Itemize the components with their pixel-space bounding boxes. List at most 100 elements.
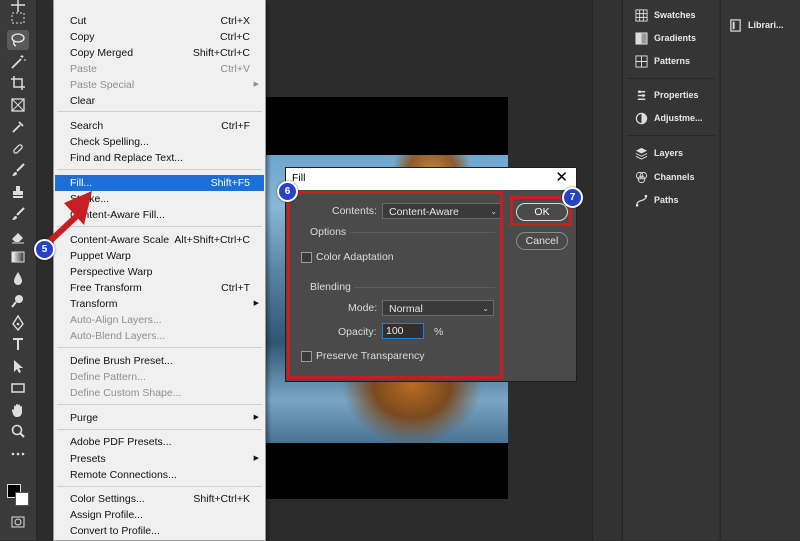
menu-separator: [57, 486, 262, 487]
eraser-tool-icon[interactable]: [7, 226, 29, 246]
menu-item-copy[interactable]: Copy Ctrl+C: [55, 29, 264, 45]
panel-paths[interactable]: Paths: [635, 191, 679, 209]
eyedropper-tool-icon[interactable]: [7, 117, 29, 137]
menu-item-purge[interactable]: Purge ▶: [55, 410, 264, 426]
menu-item-copy-merged[interactable]: Copy Merged Shift+Ctrl+C: [55, 45, 264, 61]
panel-swatches[interactable]: Swatches: [635, 6, 696, 24]
panel-divider: [627, 78, 715, 79]
clone-stamp-tool-icon[interactable]: [7, 182, 29, 202]
menu-item-transform[interactable]: Transform ▶: [55, 296, 264, 312]
cancel-button[interactable]: Cancel: [516, 232, 568, 250]
menu-item-label: Remote Connections...: [70, 469, 177, 481]
menu-item-free-transform[interactable]: Free Transform Ctrl+T: [55, 280, 264, 296]
panel-gradients[interactable]: Gradients: [635, 29, 696, 47]
close-icon[interactable]: ✕: [555, 169, 568, 187]
step-badge-5: 5: [34, 239, 55, 260]
panel-label: Gradients: [654, 33, 697, 43]
menu-item-label: Find and Replace Text...: [70, 152, 184, 164]
magic-wand-tool-icon[interactable]: [7, 52, 29, 72]
menu-item-label: Perspective Warp: [70, 266, 153, 278]
menu-item-shortcut: Ctrl+X: [220, 15, 250, 27]
panel-libraries[interactable]: Librari...: [729, 16, 784, 34]
menu-item-check-spelling[interactable]: Check Spelling...: [55, 134, 264, 150]
menu-item-shortcut: Shift+Ctrl+K: [193, 493, 250, 505]
menu-item-shortcut: Ctrl+V: [220, 63, 250, 75]
menu-item-shortcut: Alt+Shift+Ctrl+C: [174, 234, 250, 246]
background-color-swatch[interactable]: [15, 492, 29, 506]
type-tool-icon[interactable]: [7, 334, 29, 354]
panel-column-2: Librari...: [720, 0, 800, 540]
brush-tool-icon[interactable]: [7, 160, 29, 180]
menu-item-label: Auto-Blend Layers...: [70, 330, 166, 342]
submenu-arrow-icon: ▶: [253, 81, 259, 88]
menu-item-perspective-warp[interactable]: Perspective Warp: [55, 264, 264, 280]
panel-label: Paths: [654, 195, 679, 205]
menu-item-assign-profile[interactable]: Assign Profile...: [55, 507, 264, 523]
dialog-title-bar[interactable]: Fill ✕: [286, 168, 576, 190]
submenu-arrow-icon: ▶: [253, 455, 259, 462]
frame-tool-icon[interactable]: [7, 95, 29, 115]
layers-icon: [635, 147, 648, 160]
menu-item-label: Define Pattern...: [70, 371, 146, 383]
patterns-icon: [635, 54, 648, 68]
panel-layers[interactable]: Layers: [635, 144, 683, 162]
zoom-tool-icon[interactable]: [7, 421, 29, 441]
menu-item-remote-connections[interactable]: Remote Connections...: [55, 467, 264, 483]
channels-icon: [635, 171, 648, 183]
menu-item-define-custom-shape: Define Custom Shape...: [55, 385, 264, 401]
submenu-arrow-icon: ▶: [253, 414, 259, 421]
tools-panel: [0, 0, 37, 540]
properties-icon: [637, 89, 646, 100]
hand-tool-icon[interactable]: [7, 400, 29, 420]
more-tools-icon[interactable]: [7, 444, 29, 464]
menu-item-cut[interactable]: Cut Ctrl+X: [55, 13, 264, 29]
menu-separator: [57, 429, 262, 430]
menu-item-clear[interactable]: Clear: [55, 93, 264, 109]
quick-mask-icon[interactable]: [7, 512, 29, 532]
blur-tool-icon[interactable]: [7, 269, 29, 289]
panel-patterns[interactable]: Patterns: [635, 52, 690, 70]
menu-item-label: Cut: [70, 15, 87, 27]
menu-item-search[interactable]: Search Ctrl+F: [55, 118, 264, 134]
lasso-tool-icon[interactable]: [7, 30, 29, 50]
menu-item-adobe-pdf-presets[interactable]: Adobe PDF Presets...: [55, 434, 264, 450]
menu-item-shortcut: Ctrl+T: [221, 282, 250, 294]
menu-item-define-brush-preset[interactable]: Define Brush Preset...: [55, 353, 264, 369]
libraries-icon: [730, 18, 741, 32]
submenu-arrow-icon: ▶: [253, 300, 259, 307]
menu-item-convert-to-profile[interactable]: Convert to Profile...: [55, 523, 264, 539]
panel-adjustments[interactable]: Adjustme...: [635, 109, 703, 127]
step-badge-7: 7: [562, 187, 583, 208]
panel-label: Adjustme...: [654, 113, 703, 123]
menu-item-paste-special: Paste Special ▶: [55, 77, 264, 93]
menu-item-presets[interactable]: Presets ▶: [55, 451, 264, 467]
panel-properties[interactable]: Properties: [635, 86, 699, 104]
history-brush-tool-icon[interactable]: [7, 204, 29, 224]
marquee-tool-icon[interactable]: [7, 8, 29, 28]
step-badge-6: 6: [277, 181, 298, 202]
healing-brush-tool-icon[interactable]: [7, 139, 29, 159]
menu-item-label: Adobe PDF Presets...: [70, 436, 172, 448]
menu-item-label: Presets: [70, 453, 106, 465]
gradients-icon: [635, 31, 648, 45]
menu-item-auto-blend-layers: Auto-Blend Layers...: [55, 328, 264, 344]
path-selection-tool-icon[interactable]: [7, 356, 29, 376]
panel-channels[interactable]: Channels: [635, 168, 695, 186]
menu-item-find-replace[interactable]: Find and Replace Text...: [55, 150, 264, 166]
dodge-tool-icon[interactable]: [7, 291, 29, 311]
menu-item-shortcut: Ctrl+C: [219, 31, 250, 43]
menu-item-label: Copy Merged: [70, 47, 134, 59]
menu-separator: [57, 404, 262, 405]
gradient-tool-icon[interactable]: [7, 247, 29, 267]
menu-item-color-settings[interactable]: Color Settings... Shift+Ctrl+K: [55, 491, 264, 507]
panel-column-1: Swatches Gradients Patterns Properties A…: [622, 0, 719, 540]
panel-label: Channels: [654, 172, 695, 182]
menu-item-shortcut: Ctrl+F: [221, 120, 250, 132]
pen-tool-icon[interactable]: [7, 313, 29, 333]
paths-icon: [635, 194, 648, 207]
menu-item-label: Paste: [70, 63, 97, 75]
dialog-title: Fill: [292, 172, 306, 184]
menu-item-label: Define Custom Shape...: [70, 387, 182, 399]
crop-tool-icon[interactable]: [7, 73, 29, 93]
rectangle-tool-icon[interactable]: [7, 378, 29, 398]
